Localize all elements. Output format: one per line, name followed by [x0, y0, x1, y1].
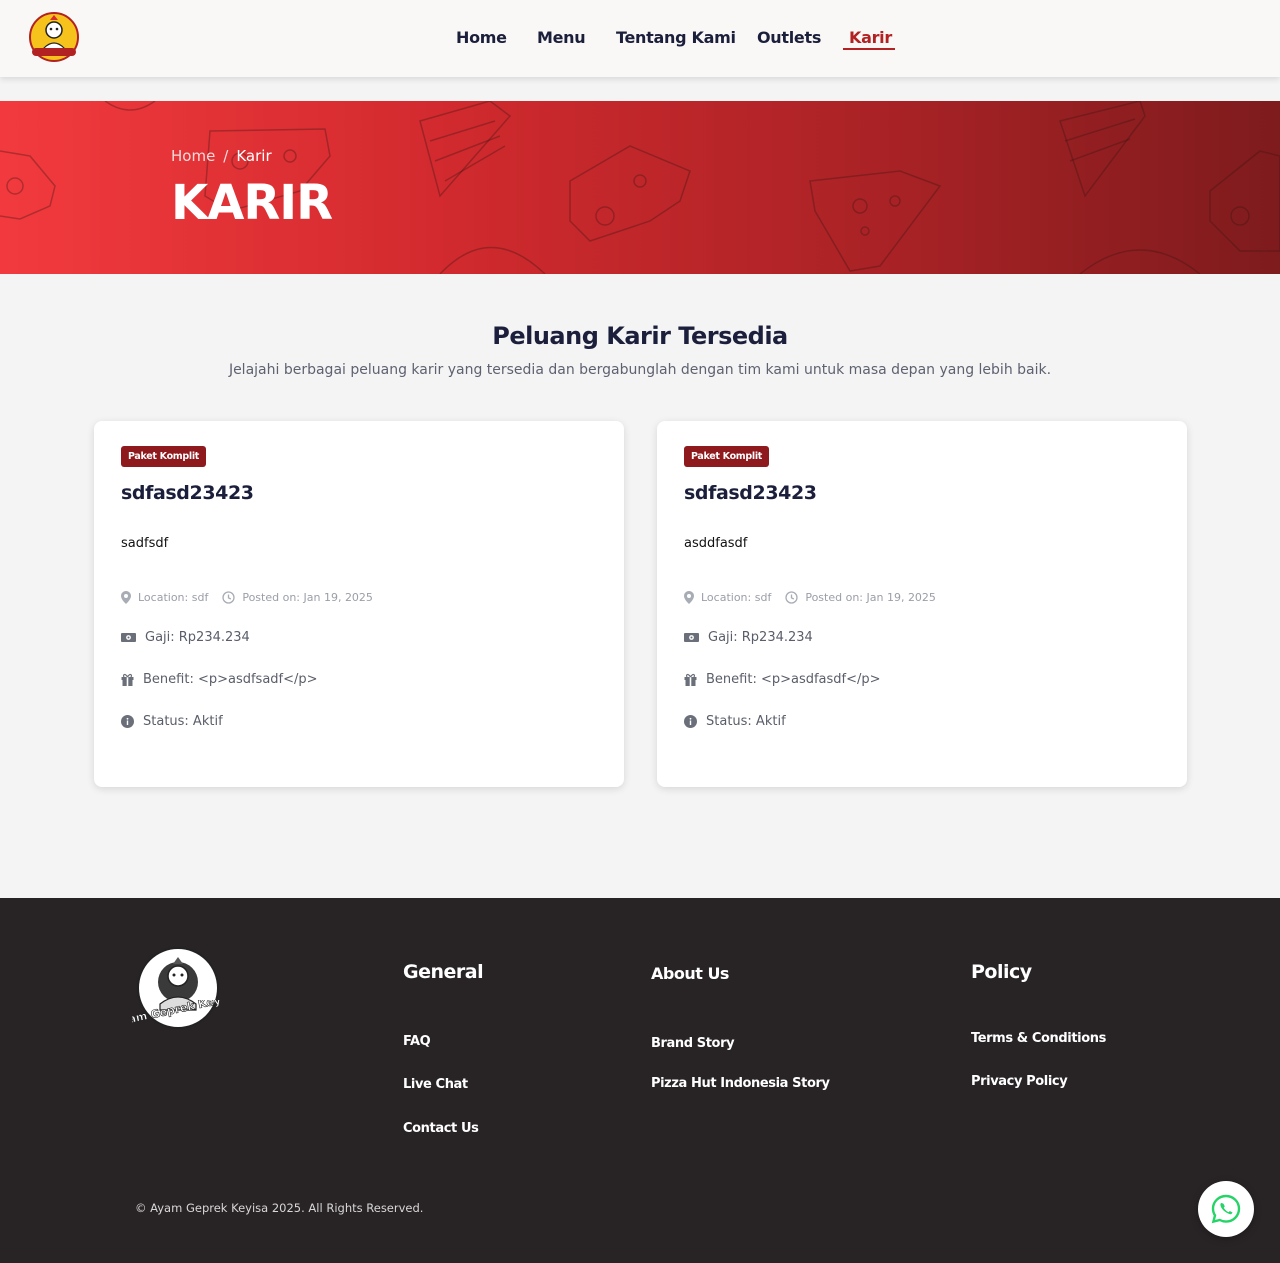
job-salary: Gaji: Rp234.234 [145, 630, 250, 645]
gift-icon [121, 673, 134, 686]
job-benefit-row: Benefit: <p>asdfsadf</p> [121, 672, 318, 687]
breadcrumb-separator: / [223, 147, 229, 165]
job-description: asddfasdf [684, 536, 748, 551]
job-salary: Gaji: Rp234.234 [708, 630, 813, 645]
job-benefit: Benefit: <p>asdfasdf</p> [706, 672, 881, 687]
footer-general-title: General [403, 961, 484, 983]
nav-outlets[interactable]: Outlets [757, 28, 821, 47]
job-posted-date: Posted on: Jan 19, 2025 [242, 591, 373, 604]
job-card[interactable]: Paket Komplit sdfasd23423 asddfasdf Loca… [657, 421, 1187, 787]
footer-link-contact-us[interactable]: Contact Us [403, 1121, 479, 1136]
map-pin-icon [684, 591, 694, 604]
job-badge: Paket Komplit [121, 446, 207, 467]
money-icon [684, 633, 699, 642]
site-header: Home Menu Tentang Kami Outlets Karir [0, 0, 1280, 77]
breadcrumb-home-link[interactable]: Home [171, 147, 215, 165]
job-title: sdfasd23423 [121, 482, 254, 504]
info-icon [121, 715, 134, 728]
clock-icon [222, 591, 235, 604]
breadcrumb-current: Karir [236, 147, 272, 165]
job-posted-date: Posted on: Jan 19, 2025 [805, 591, 936, 604]
nav-karir[interactable]: Karir [849, 28, 892, 47]
footer-link-terms[interactable]: Terms & Conditions [971, 1031, 1106, 1046]
job-description: sadfsdf [121, 536, 169, 551]
footer-link-faq[interactable]: FAQ [403, 1034, 431, 1049]
copyright-text: © Ayam Geprek Keyisa 2025. All Rights Re… [135, 1201, 424, 1215]
footer-link-pizza-hut-story[interactable]: Pizza Hut Indonesia Story [651, 1076, 830, 1091]
job-benefit-row: Benefit: <p>asdfasdf</p> [684, 672, 881, 687]
active-nav-indicator [843, 48, 895, 50]
nav-menu[interactable]: Menu [537, 28, 586, 47]
whatsapp-icon [1211, 1194, 1241, 1224]
whatsapp-chat-button[interactable] [1198, 1181, 1254, 1237]
nav-tentang-kami[interactable]: Tentang Kami [616, 28, 736, 47]
job-location: Location: sdf [701, 591, 772, 604]
section-subtitle: Jelajahi berbagai peluang karir yang ter… [228, 362, 1052, 378]
site-footer: Ayam Geprek Keysia General FAQ Live Chat… [0, 898, 1280, 1263]
job-badge: Paket Komplit [684, 446, 770, 467]
job-salary-row: Gaji: Rp234.234 [121, 630, 250, 645]
footer-link-live-chat[interactable]: Live Chat [403, 1077, 468, 1092]
page-hero: Home / Karir KARIR [0, 101, 1280, 274]
job-meta: Location: sdf Posted on: Jan 19, 2025 [684, 591, 936, 604]
nav-home[interactable]: Home [456, 28, 507, 47]
job-status: Status: Aktif [706, 714, 786, 729]
job-salary-row: Gaji: Rp234.234 [684, 630, 813, 645]
info-icon [684, 715, 697, 728]
job-status: Status: Aktif [143, 714, 223, 729]
job-status-row: Status: Aktif [121, 714, 223, 729]
page-title: KARIR [171, 175, 333, 231]
breadcrumb: Home / Karir [171, 147, 272, 165]
gift-icon [684, 673, 697, 686]
footer-policy-title: Policy [971, 961, 1032, 983]
money-icon [121, 633, 136, 642]
footer-link-brand-story[interactable]: Brand Story [651, 1036, 735, 1051]
footer-link-privacy[interactable]: Privacy Policy [971, 1074, 1068, 1089]
job-card[interactable]: Paket Komplit sdfasd23423 sadfsdf Locati… [94, 421, 624, 787]
job-location: Location: sdf [138, 591, 209, 604]
section-title: Peluang Karir Tersedia [492, 322, 788, 350]
map-pin-icon [121, 591, 131, 604]
job-status-row: Status: Aktif [684, 714, 786, 729]
job-benefit: Benefit: <p>asdfsadf</p> [143, 672, 318, 687]
clock-icon [785, 591, 798, 604]
footer-logo-text: Ayam Geprek Keysia [132, 1000, 222, 1029]
main-nav: Home Menu Tentang Kami Outlets Karir [0, 0, 1280, 77]
job-meta: Location: sdf Posted on: Jan 19, 2025 [121, 591, 373, 604]
job-title: sdfasd23423 [684, 482, 817, 504]
footer-logo-wordmark: Ayam Geprek Keysia [132, 1000, 222, 1029]
footer-about-title: About Us [651, 964, 729, 983]
